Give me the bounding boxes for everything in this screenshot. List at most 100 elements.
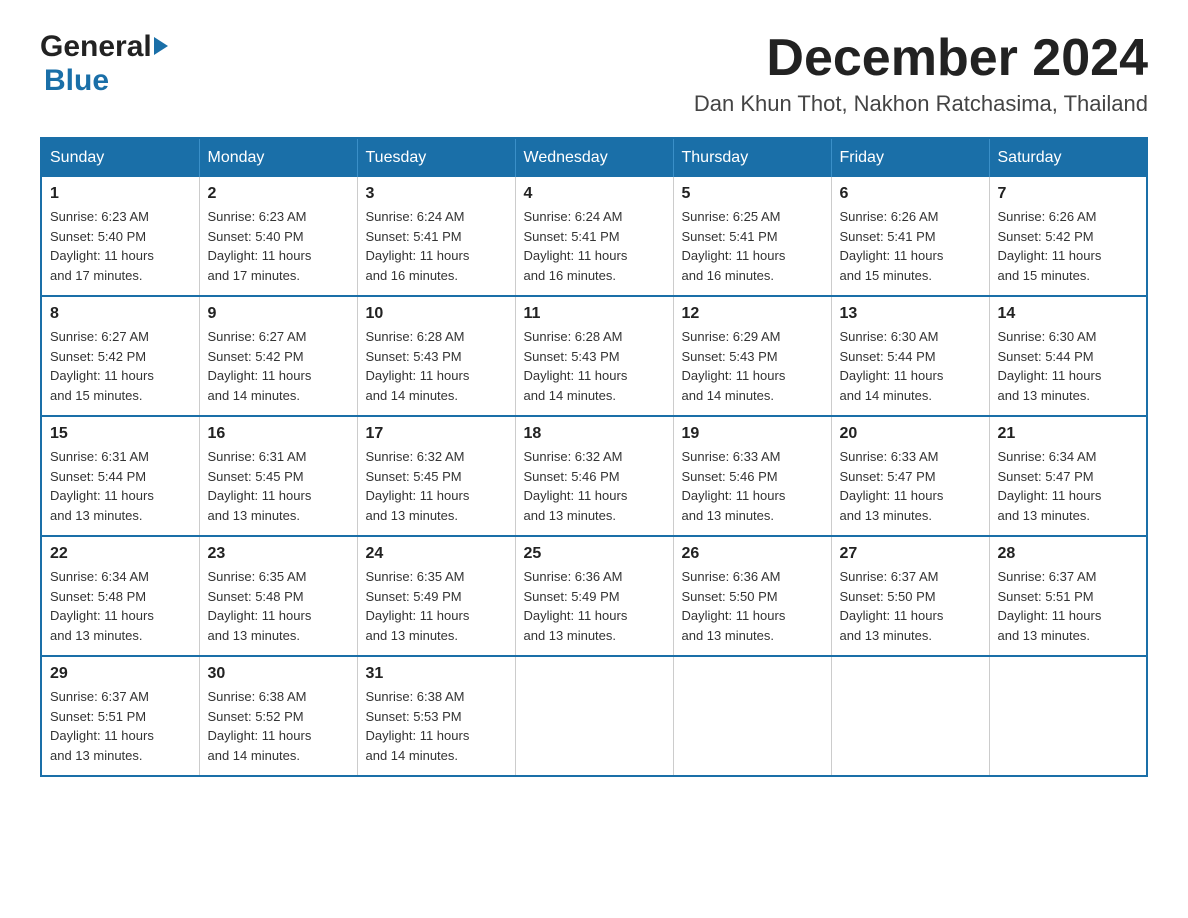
day-number: 17 bbox=[366, 425, 507, 443]
day-number: 26 bbox=[682, 545, 823, 563]
calendar-cell: 22 Sunrise: 6:34 AMSunset: 5:48 PMDayligh… bbox=[41, 536, 199, 656]
calendar-cell: 25 Sunrise: 6:36 AMSunset: 5:49 PMDayligh… bbox=[515, 536, 673, 656]
calendar-cell: 5Sunrise: 6:25 AMSunset: 5:41 PMDaylight… bbox=[673, 177, 831, 296]
day-number: 21 bbox=[998, 425, 1139, 443]
day-info: Sunrise: 6:27 AMSunset: 5:42 PMDaylight:… bbox=[50, 327, 191, 405]
day-number: 3 bbox=[366, 185, 507, 203]
day-number: 19 bbox=[682, 425, 823, 443]
day-number: 2 bbox=[208, 185, 349, 203]
day-info: Sunrise: 6:35 AMSunset: 5:49 PMDaylight:… bbox=[366, 567, 507, 645]
day-info: Sunrise: 6:32 AMSunset: 5:45 PMDaylight:… bbox=[366, 447, 507, 525]
day-info: Sunrise: 6:31 AMSunset: 5:45 PMDaylight:… bbox=[208, 447, 349, 525]
weekday-header-monday: Monday bbox=[199, 138, 357, 177]
calendar-cell: 8 Sunrise: 6:27 AMSunset: 5:42 PMDaylight… bbox=[41, 296, 199, 416]
day-number: 14 bbox=[998, 305, 1139, 323]
calendar-cell: 13Sunrise: 6:30 AMSunset: 5:44 PMDayligh… bbox=[831, 296, 989, 416]
calendar-week-row: 8 Sunrise: 6:27 AMSunset: 5:42 PMDaylight… bbox=[41, 296, 1147, 416]
day-info: Sunrise: 6:25 AMSunset: 5:41 PMDaylight:… bbox=[682, 207, 823, 285]
calendar-cell: 1Sunrise: 6:23 AMSunset: 5:40 PMDaylight… bbox=[41, 177, 199, 296]
day-info: Sunrise: 6:37 AMSunset: 5:50 PMDaylight:… bbox=[840, 567, 981, 645]
logo-general-text: General bbox=[40, 30, 152, 64]
day-number: 22 bbox=[50, 545, 191, 563]
calendar-cell bbox=[989, 656, 1147, 776]
day-number: 24 bbox=[366, 545, 507, 563]
title-section: December 2024 Dan Khun Thot, Nakhon Ratc… bbox=[694, 30, 1148, 117]
day-number: 16 bbox=[208, 425, 349, 443]
day-info: Sunrise: 6:36 AMSunset: 5:49 PMDaylight:… bbox=[524, 567, 665, 645]
day-number: 7 bbox=[998, 185, 1139, 203]
calendar-cell: 16 Sunrise: 6:31 AMSunset: 5:45 PMDayligh… bbox=[199, 416, 357, 536]
calendar-cell: 2Sunrise: 6:23 AMSunset: 5:40 PMDaylight… bbox=[199, 177, 357, 296]
day-info: Sunrise: 6:34 AMSunset: 5:47 PMDaylight:… bbox=[998, 447, 1139, 525]
calendar-cell bbox=[515, 656, 673, 776]
calendar-cell bbox=[831, 656, 989, 776]
day-info: Sunrise: 6:26 AMSunset: 5:42 PMDaylight:… bbox=[998, 207, 1139, 285]
calendar-cell: 31 Sunrise: 6:38 AMSunset: 5:53 PMDayligh… bbox=[357, 656, 515, 776]
calendar-cell: 30 Sunrise: 6:38 AMSunset: 5:52 PMDayligh… bbox=[199, 656, 357, 776]
weekday-header-tuesday: Tuesday bbox=[357, 138, 515, 177]
day-number: 10 bbox=[366, 305, 507, 323]
calendar-cell: 18 Sunrise: 6:32 AMSunset: 5:46 PMDayligh… bbox=[515, 416, 673, 536]
day-info: Sunrise: 6:28 AMSunset: 5:43 PMDaylight:… bbox=[366, 327, 507, 405]
day-number: 29 bbox=[50, 665, 191, 683]
month-title: December 2024 bbox=[694, 30, 1148, 87]
day-info: Sunrise: 6:23 AMSunset: 5:40 PMDaylight:… bbox=[50, 207, 191, 285]
day-number: 6 bbox=[840, 185, 981, 203]
logo-blue-text: Blue bbox=[44, 64, 109, 97]
day-number: 23 bbox=[208, 545, 349, 563]
day-info: Sunrise: 6:29 AMSunset: 5:43 PMDaylight:… bbox=[682, 327, 823, 405]
day-number: 25 bbox=[524, 545, 665, 563]
calendar-week-row: 15Sunrise: 6:31 AMSunset: 5:44 PMDayligh… bbox=[41, 416, 1147, 536]
day-number: 30 bbox=[208, 665, 349, 683]
calendar-cell: 29 Sunrise: 6:37 AMSunset: 5:51 PMDayligh… bbox=[41, 656, 199, 776]
day-number: 15 bbox=[50, 425, 191, 443]
day-info: Sunrise: 6:34 AMSunset: 5:48 PMDaylight:… bbox=[50, 567, 191, 645]
weekday-header-saturday: Saturday bbox=[989, 138, 1147, 177]
calendar-cell: 14 Sunrise: 6:30 AMSunset: 5:44 PMDayligh… bbox=[989, 296, 1147, 416]
day-info: Sunrise: 6:38 AMSunset: 5:52 PMDaylight:… bbox=[208, 687, 349, 765]
calendar-week-row: 1Sunrise: 6:23 AMSunset: 5:40 PMDaylight… bbox=[41, 177, 1147, 296]
day-info: Sunrise: 6:30 AMSunset: 5:44 PMDaylight:… bbox=[998, 327, 1139, 405]
logo-arrow-icon bbox=[154, 37, 168, 55]
calendar-cell: 12 Sunrise: 6:29 AMSunset: 5:43 PMDayligh… bbox=[673, 296, 831, 416]
location-title: Dan Khun Thot, Nakhon Ratchasima, Thaila… bbox=[694, 91, 1148, 117]
day-info: Sunrise: 6:24 AMSunset: 5:41 PMDaylight:… bbox=[524, 207, 665, 285]
calendar-week-row: 22 Sunrise: 6:34 AMSunset: 5:48 PMDayligh… bbox=[41, 536, 1147, 656]
day-number: 12 bbox=[682, 305, 823, 323]
day-number: 18 bbox=[524, 425, 665, 443]
calendar-cell: 10 Sunrise: 6:28 AMSunset: 5:43 PMDayligh… bbox=[357, 296, 515, 416]
day-info: Sunrise: 6:33 AMSunset: 5:47 PMDaylight:… bbox=[840, 447, 981, 525]
calendar-cell: 9Sunrise: 6:27 AMSunset: 5:42 PMDaylight… bbox=[199, 296, 357, 416]
calendar-cell: 11Sunrise: 6:28 AMSunset: 5:43 PMDayligh… bbox=[515, 296, 673, 416]
day-number: 20 bbox=[840, 425, 981, 443]
page-header: General Blue December 2024 Dan Khun Thot… bbox=[40, 30, 1148, 117]
weekday-header-thursday: Thursday bbox=[673, 138, 831, 177]
day-info: Sunrise: 6:27 AMSunset: 5:42 PMDaylight:… bbox=[208, 327, 349, 405]
day-info: Sunrise: 6:37 AMSunset: 5:51 PMDaylight:… bbox=[998, 567, 1139, 645]
calendar-cell: 24 Sunrise: 6:35 AMSunset: 5:49 PMDayligh… bbox=[357, 536, 515, 656]
day-info: Sunrise: 6:35 AMSunset: 5:48 PMDaylight:… bbox=[208, 567, 349, 645]
day-number: 8 bbox=[50, 305, 191, 323]
day-info: Sunrise: 6:33 AMSunset: 5:46 PMDaylight:… bbox=[682, 447, 823, 525]
calendar-cell: 6 Sunrise: 6:26 AMSunset: 5:41 PMDaylight… bbox=[831, 177, 989, 296]
calendar-week-row: 29 Sunrise: 6:37 AMSunset: 5:51 PMDayligh… bbox=[41, 656, 1147, 776]
day-info: Sunrise: 6:38 AMSunset: 5:53 PMDaylight:… bbox=[366, 687, 507, 765]
day-info: Sunrise: 6:32 AMSunset: 5:46 PMDaylight:… bbox=[524, 447, 665, 525]
calendar-cell: 3 Sunrise: 6:24 AMSunset: 5:41 PMDaylight… bbox=[357, 177, 515, 296]
day-info: Sunrise: 6:26 AMSunset: 5:41 PMDaylight:… bbox=[840, 207, 981, 285]
calendar-cell: 27 Sunrise: 6:37 AMSunset: 5:50 PMDayligh… bbox=[831, 536, 989, 656]
calendar-cell: 17 Sunrise: 6:32 AMSunset: 5:45 PMDayligh… bbox=[357, 416, 515, 536]
calendar-cell: 23 Sunrise: 6:35 AMSunset: 5:48 PMDayligh… bbox=[199, 536, 357, 656]
day-number: 4 bbox=[524, 185, 665, 203]
day-info: Sunrise: 6:24 AMSunset: 5:41 PMDaylight:… bbox=[366, 207, 507, 285]
day-number: 31 bbox=[366, 665, 507, 683]
day-info: Sunrise: 6:37 AMSunset: 5:51 PMDaylight:… bbox=[50, 687, 191, 765]
calendar-cell: 7 Sunrise: 6:26 AMSunset: 5:42 PMDaylight… bbox=[989, 177, 1147, 296]
weekday-header-row: SundayMondayTuesdayWednesdayThursdayFrid… bbox=[41, 138, 1147, 177]
day-number: 27 bbox=[840, 545, 981, 563]
day-info: Sunrise: 6:30 AMSunset: 5:44 PMDaylight:… bbox=[840, 327, 981, 405]
weekday-header-friday: Friday bbox=[831, 138, 989, 177]
calendar-cell: 21 Sunrise: 6:34 AMSunset: 5:47 PMDayligh… bbox=[989, 416, 1147, 536]
day-number: 11 bbox=[524, 305, 665, 323]
day-number: 28 bbox=[998, 545, 1139, 563]
